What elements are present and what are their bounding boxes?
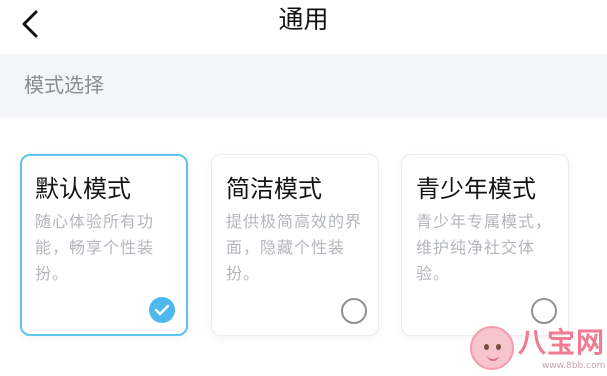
mode-description: 青少年专属模式，维护纯净社交体验。 xyxy=(416,212,553,283)
top-bar: 通用 xyxy=(0,0,607,48)
section-label: 模式选择 xyxy=(24,73,104,97)
mode-title: 简洁模式 xyxy=(226,175,322,203)
radio-unchecked-icon[interactable] xyxy=(341,298,367,324)
mode-card-teen[interactable]: 青少年模式 青少年专属模式，维护纯净社交体验。 xyxy=(401,154,569,336)
mode-title: 默认模式 xyxy=(35,175,131,203)
section-header: 模式选择 xyxy=(0,54,607,118)
watermark-logo: 八宝网 www.8bb.com xyxy=(470,322,607,376)
radio-unchecked-icon[interactable] xyxy=(531,298,557,324)
mode-description: 随心体验所有功能，畅享个性装扮。 xyxy=(35,212,155,283)
mode-description: 提供极简高效的界面，隐藏个性装扮。 xyxy=(226,212,363,283)
mode-title: 青少年模式 xyxy=(416,175,536,203)
page-title: 通用 xyxy=(278,5,329,34)
watermark-text: 八宝网 xyxy=(518,326,606,359)
mode-card-simple[interactable]: 简洁模式 提供极简高效的界面，隐藏个性装扮。 xyxy=(211,154,379,336)
watermark-url: www.8bb.com xyxy=(542,361,606,371)
mascot-face-icon xyxy=(470,326,514,370)
mode-card-default[interactable]: 默认模式 随心体验所有功能，畅享个性装扮。 xyxy=(20,154,188,336)
check-icon[interactable] xyxy=(149,297,175,323)
